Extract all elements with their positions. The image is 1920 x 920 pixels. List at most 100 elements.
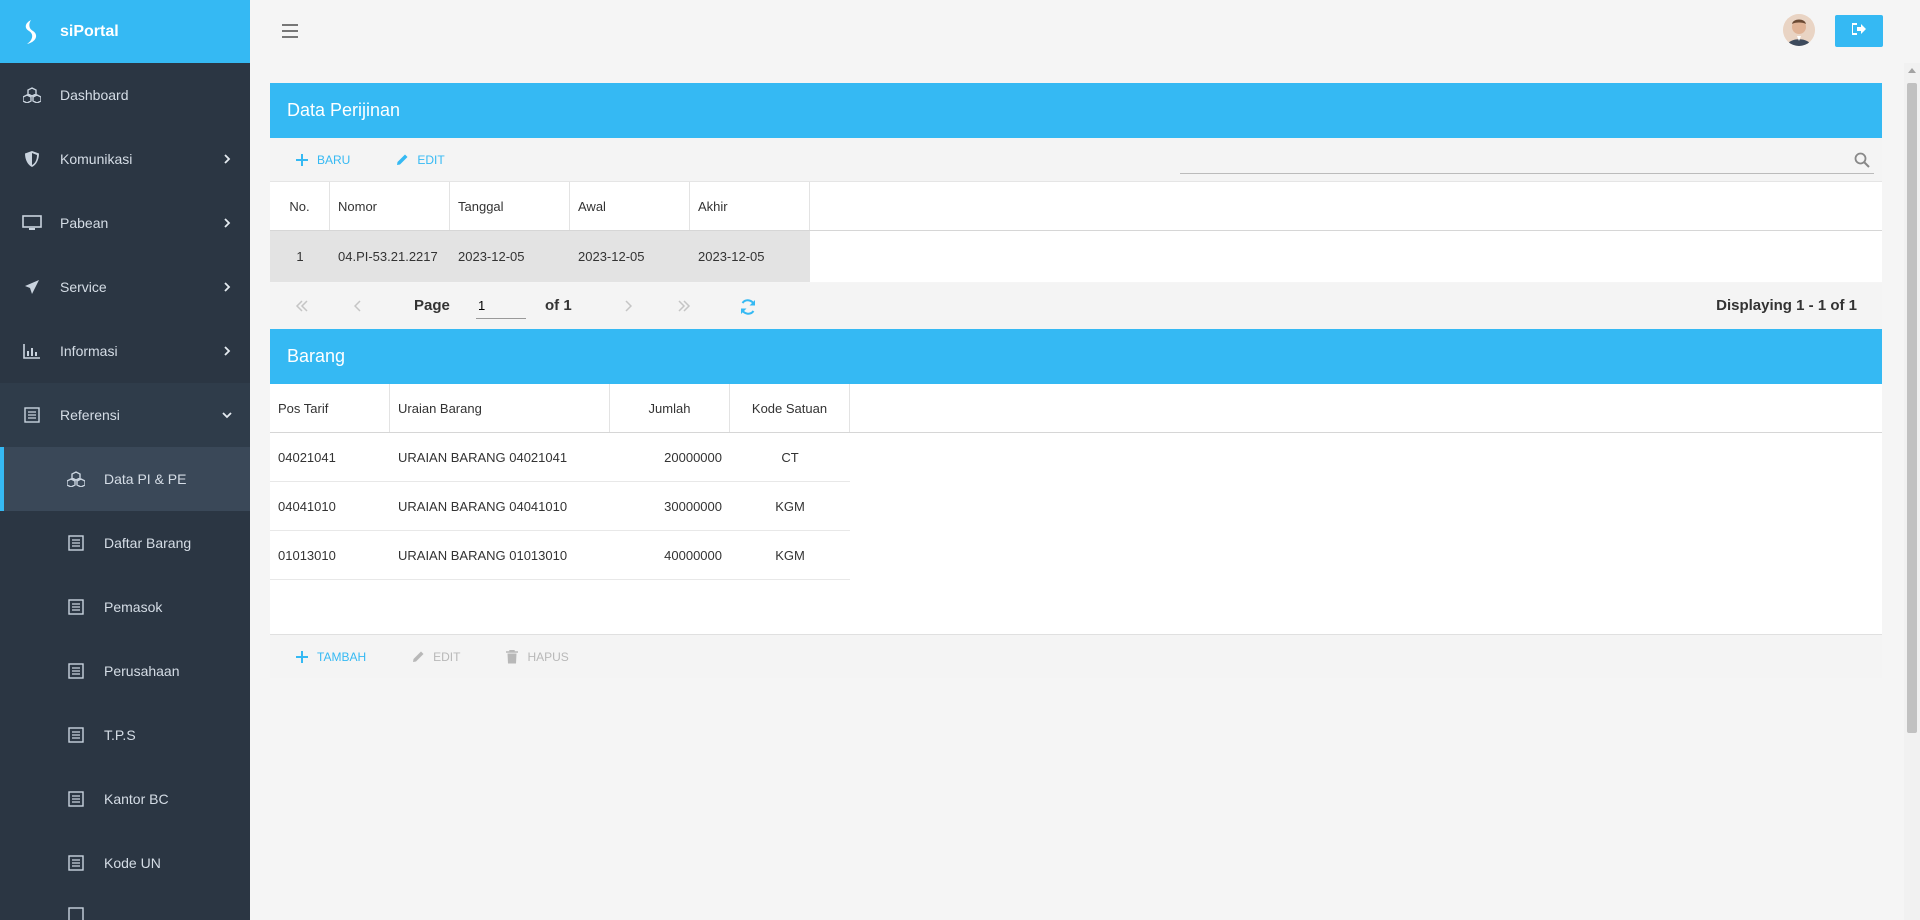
cell-no: 1 [270,231,330,282]
column-header[interactable]: Nomor [330,182,450,230]
sidebar-subitem-pemasok[interactable]: Pemasok [0,575,250,639]
barang-panel-header: Barang [270,329,1882,384]
perijinan-panel-header: Data Perijinan [270,83,1882,138]
sidebar-item-label: Data PI & PE [104,471,187,487]
search-icon[interactable] [1854,152,1870,168]
sidebar-subitem-perusahaan[interactable]: Perusahaan [0,639,250,703]
search-box [1180,146,1874,174]
prev-page-icon[interactable] [348,296,368,316]
sidebar-item-label: Komunikasi [60,151,133,167]
new-button[interactable]: BARU [295,153,350,167]
sidebar-subitem-data-pi-pe[interactable]: Data PI & PE [0,447,250,511]
scroll-up-arrow-icon[interactable] [1908,68,1916,73]
edit-item-button-label: EDIT [433,649,461,664]
page-label: Page [414,297,450,314]
plus-icon [295,153,309,167]
cell-satuan: KGM [775,547,805,563]
sidebar-item-label: Pabean [60,215,109,231]
page-number-input[interactable] [476,293,526,319]
search-input[interactable] [1180,146,1874,173]
barang-grid: Pos Tarif Uraian Barang Jumlah Kode Satu… [270,384,1882,634]
perijinan-pager: Page of 1 Displaying 1 - 1 of 1 [270,283,1882,329]
sidebar-item-referensi[interactable]: Referensi [0,383,250,447]
perijinan-grid-header: No. Nomor Tanggal Awal Akhir [270,182,1882,231]
pencil-icon [395,153,409,167]
sidebar-item-label: Referensi [60,407,120,423]
plus-icon [295,650,309,664]
sidebar-item-label: Service [60,279,107,295]
pager-display-text: Displaying 1 - 1 of 1 [1716,297,1857,314]
sidebar-item-label: Perusahaan [104,663,180,679]
table-row[interactable]: 1 04.PI-53.21.2217 2023-12-05 2023-12-05… [270,231,1882,282]
chevron-down-icon [222,410,232,420]
sidebar-subitem-kantor-bc[interactable]: Kantor BC [0,767,250,831]
cell-pos-tarif: 04041010 [278,498,336,514]
logout-button[interactable] [1835,15,1883,47]
sidebar-subitem-kode-un[interactable]: Kode UN [0,831,250,895]
sign-out-icon [1852,22,1866,40]
monitor-icon [22,213,42,233]
page-scrollbar[interactable] [1904,63,1920,920]
sidebar-item-label: Dashboard [60,87,129,103]
brand[interactable]: siPortal [0,0,250,63]
first-page-icon[interactable] [292,296,312,316]
sidebar-subitem-tps[interactable]: T.P.S [0,703,250,767]
list-icon [66,789,86,809]
next-page-icon[interactable] [618,296,638,316]
column-header[interactable]: Tanggal [450,182,570,230]
new-button-label: BARU [317,152,351,167]
list-icon [66,533,86,553]
sidebar-item-service[interactable]: Service [0,255,250,319]
add-button[interactable]: TAMBAH [295,650,366,664]
user-avatar[interactable] [1783,14,1815,46]
edit-button[interactable]: EDIT [395,152,445,167]
list-icon [22,405,42,425]
sidebar: siPortal Dashboard Komunikasi Pabean Ser… [0,0,250,920]
sidebar-item-komunikasi[interactable]: Komunikasi [0,127,250,191]
sidebar-item-informasi[interactable]: Informasi [0,319,250,383]
sidebar-item-pabean[interactable]: Pabean [0,191,250,255]
hamburger-menu-icon[interactable] [282,24,298,38]
cell-awal: 2023-12-05 [570,231,690,282]
cell-uraian: URAIAN BARANG 04041010 [398,498,568,514]
column-header[interactable]: No. [270,182,330,230]
cell-satuan: KGM [775,498,805,514]
cell-pos-tarif: 01013010 [278,547,336,563]
sidebar-item-label: Informasi [60,343,118,359]
topbar [250,0,1920,63]
cell-jumlah: 40000000 [664,547,722,563]
list-icon [66,725,86,745]
sidebar-item-label: Kode UN [104,855,161,871]
cell-satuan: CT [781,449,799,465]
list-icon [66,853,86,873]
column-header[interactable]: Uraian Barang [390,384,610,432]
list-icon [66,905,86,920]
edit-item-button[interactable]: EDIT [411,650,460,664]
list-icon [66,597,86,617]
table-row[interactable]: 04021041 URAIAN BARANG 04021041 20000000… [270,433,850,482]
chevron-right-icon [222,154,232,164]
cell-uraian: URAIAN BARANG 04021041 [398,449,568,465]
trash-icon [505,649,519,664]
cell-tanggal: 2023-12-05 [450,231,570,282]
column-header[interactable]: Pos Tarif [270,384,390,432]
sidebar-item-dashboard[interactable]: Dashboard [0,63,250,127]
column-header[interactable]: Jumlah [610,384,730,432]
refresh-icon[interactable] [738,297,758,317]
sidebar-item-label: Daftar Barang [104,535,192,551]
table-row[interactable]: 04041010 URAIAN BARANG 04041010 30000000… [270,482,850,531]
edit-button-label: EDIT [417,152,445,167]
page-of-label: of 1 [545,297,572,314]
delete-button[interactable]: HAPUS [505,649,569,664]
paper-plane-icon [22,277,42,297]
perijinan-panel-title: Data Perijinan [287,100,401,120]
table-row[interactable]: 01013010 URAIAN BARANG 01013010 40000000… [270,531,850,580]
column-header[interactable]: Kode Satuan [730,384,850,432]
scrollbar-thumb[interactable] [1907,83,1917,733]
last-page-icon[interactable] [674,296,694,316]
column-header[interactable]: Awal [570,182,690,230]
sidebar-subitem-more[interactable] [0,895,250,920]
column-header[interactable]: Akhir [690,182,810,230]
sidebar-subitem-daftar-barang[interactable]: Daftar Barang [0,511,250,575]
cubes-icon [66,469,86,489]
